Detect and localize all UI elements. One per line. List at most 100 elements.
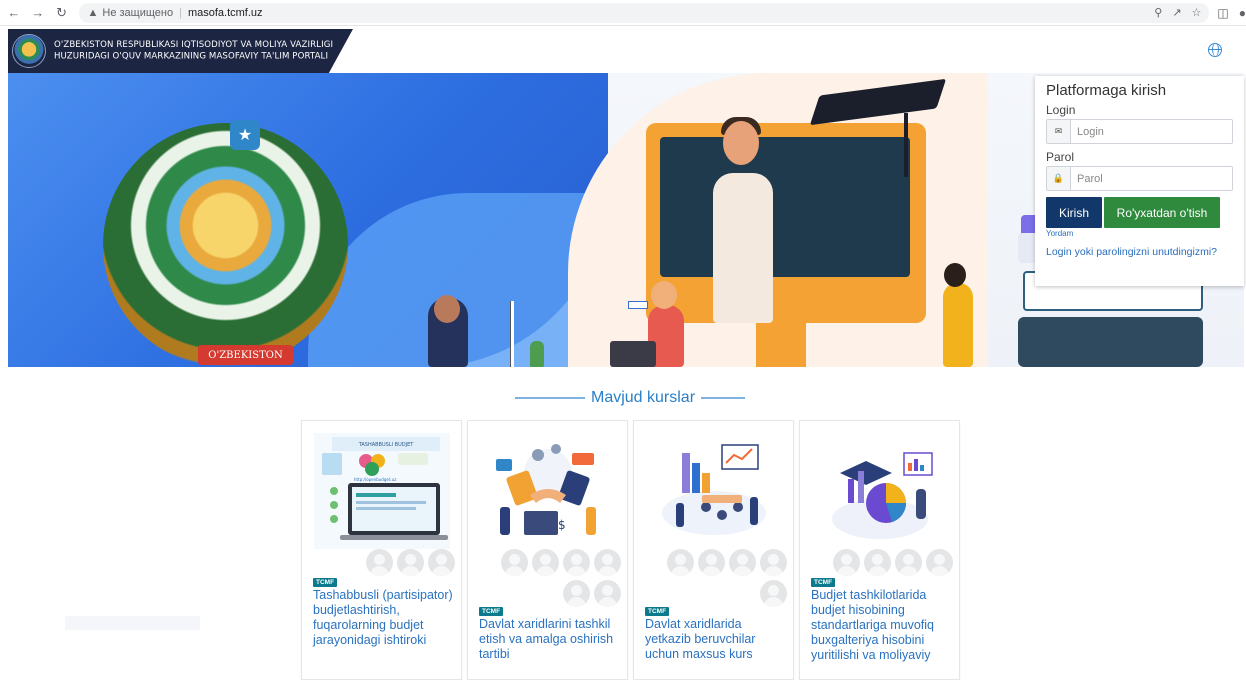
cap-tassel-illustration bbox=[904, 113, 908, 177]
title-divider-right bbox=[701, 397, 746, 399]
course-thumbnail[interactable]: TASHABBUSLI BUDJET http://openbudget.uz bbox=[314, 433, 450, 549]
browser-toolbar: ← → ↻ ▲ Не защищено | masofa.tcmf.uz ⚲ ↗… bbox=[0, 0, 1246, 26]
courses-section-title: Mavjud kurslar bbox=[490, 388, 770, 408]
monitor-screen-illustration bbox=[660, 137, 910, 277]
course-badge: TCMF bbox=[645, 607, 670, 616]
woman-head-illustration bbox=[651, 281, 677, 309]
avatar bbox=[366, 549, 393, 576]
national-emblem-illustration bbox=[103, 123, 348, 367]
register-button[interactable]: Ro'yxatdan o'tish bbox=[1104, 197, 1220, 228]
course-thumbnail[interactable] bbox=[812, 433, 948, 549]
browser-actions: ◫ ● bbox=[1217, 6, 1246, 20]
course-card[interactable]: TCMF Budjet tashkilotlarida budjet hisob… bbox=[799, 420, 960, 680]
avatar bbox=[864, 549, 891, 576]
password-input-group: 🔒 bbox=[1046, 166, 1233, 191]
share-icon[interactable]: ↗ bbox=[1172, 6, 1181, 19]
avatar bbox=[594, 580, 621, 607]
address-separator: | bbox=[179, 6, 182, 19]
svg-text:$: $ bbox=[558, 518, 566, 532]
site-header: O'ZBEKISTON RESPUBLIKASI IQTISODIYOT VA … bbox=[8, 29, 1244, 73]
login-input[interactable] bbox=[1071, 120, 1232, 143]
enrolled-avatars bbox=[305, 549, 455, 576]
faint-footer-element bbox=[65, 616, 200, 630]
courses-heading: Mavjud kurslar bbox=[590, 389, 696, 406]
avatar bbox=[833, 549, 860, 576]
url-text: masofa.tcmf.uz bbox=[187, 6, 263, 19]
laptop-icon bbox=[610, 341, 656, 367]
course-badge: TCMF bbox=[479, 607, 504, 616]
help-link[interactable]: Yordam bbox=[1046, 229, 1233, 238]
login-button[interactable]: Kirish bbox=[1046, 197, 1102, 228]
avatar bbox=[428, 549, 455, 576]
small-box-illustration bbox=[628, 301, 648, 309]
avatar bbox=[667, 549, 694, 576]
course-title[interactable]: Davlat xaridlarida yetkazib beruvchilar … bbox=[645, 617, 787, 662]
student-head-illustration bbox=[434, 295, 460, 323]
address-actions: ⚲ ↗ ☆ bbox=[1154, 6, 1209, 19]
monitor-stand-illustration bbox=[756, 323, 806, 367]
course-title[interactable]: Budjet tashkilotlarida budjet hisobining… bbox=[811, 588, 953, 663]
enrolled-avatars bbox=[637, 549, 787, 607]
avatar bbox=[563, 580, 590, 607]
login-buttons: Kirish Ro'yxatdan o'tish bbox=[1046, 197, 1233, 228]
avatar bbox=[532, 549, 559, 576]
enrolled-avatars bbox=[803, 549, 953, 576]
avatar bbox=[501, 549, 528, 576]
desk-lamp-illustration bbox=[510, 301, 514, 367]
book-illustration bbox=[1018, 317, 1203, 367]
thumbnail-heading: TASHABBUSLI BUDJET bbox=[358, 442, 415, 448]
course-thumbnail[interactable]: $ bbox=[480, 433, 616, 549]
thumbnail-url-text: http://openbudget.uz bbox=[354, 477, 396, 482]
login-title: Platformaga kirish bbox=[1046, 82, 1167, 99]
avatar bbox=[563, 549, 590, 576]
login-input-group: ✉ bbox=[1046, 119, 1233, 144]
brand-banner[interactable]: O'ZBEKISTON RESPUBLIKASI IQTISODIYOT VA … bbox=[8, 29, 353, 73]
warning-icon[interactable]: ▲ bbox=[87, 7, 98, 19]
woman-standing-head-illustration bbox=[944, 263, 966, 287]
password-label: Parol bbox=[1046, 150, 1075, 164]
lock-icon: 🔒 bbox=[1047, 167, 1071, 190]
course-card[interactable]: TASHABBUSLI BUDJET http://openbudget.uz bbox=[301, 420, 462, 680]
emblem-ribbon: O'ZBEKISTON bbox=[198, 345, 293, 365]
zoom-icon[interactable]: ⚲ bbox=[1154, 6, 1162, 19]
enrolled-avatars bbox=[471, 549, 621, 607]
course-card[interactable]: $ TCMF Davlat xaridlarini tashkil etish … bbox=[467, 420, 628, 680]
course-cards: TASHABBUSLI BUDJET http://openbudget.uz bbox=[301, 420, 960, 680]
course-badge: TCMF bbox=[811, 578, 836, 587]
woman-standing-illustration bbox=[943, 283, 973, 367]
login-label: Login bbox=[1046, 103, 1076, 117]
avatar bbox=[698, 549, 725, 576]
forward-icon[interactable]: → bbox=[28, 3, 48, 23]
envelope-icon: ✉ bbox=[1047, 120, 1071, 143]
course-thumbnail[interactable] bbox=[646, 433, 782, 549]
forgot-password-link[interactable]: Login yoki parolingizni unutdingizmi? bbox=[1046, 246, 1233, 258]
avatar bbox=[760, 580, 787, 607]
brand-title: O'ZBEKISTON RESPUBLIKASI IQTISODIYOT VA … bbox=[54, 39, 333, 62]
side-panel-icon[interactable]: ◫ bbox=[1217, 6, 1228, 20]
security-label: Не защищено bbox=[102, 6, 174, 19]
avatar bbox=[926, 549, 953, 576]
course-title[interactable]: Davlat xaridlarini tashkil etish va amal… bbox=[479, 617, 621, 662]
avatar bbox=[895, 549, 922, 576]
course-card[interactable]: TCMF Davlat xaridlarida yetkazib beruvch… bbox=[633, 420, 794, 680]
profile-icon[interactable]: ● bbox=[1239, 6, 1246, 20]
brand-line-1: O'ZBEKISTON RESPUBLIKASI IQTISODIYOT VA … bbox=[54, 39, 334, 50]
state-emblem-logo bbox=[12, 34, 46, 68]
avatar bbox=[729, 549, 756, 576]
language-globe-icon[interactable] bbox=[1208, 43, 1222, 57]
crescent-star-icon: ★ bbox=[230, 120, 260, 150]
reload-icon[interactable]: ↻ bbox=[52, 3, 72, 23]
avatar bbox=[397, 549, 424, 576]
avatar bbox=[594, 549, 621, 576]
bookmark-star-icon[interactable]: ☆ bbox=[1192, 6, 1202, 19]
course-badge: TCMF bbox=[313, 578, 338, 587]
course-title[interactable]: Tashabbusli (partisipator) budjetlashtir… bbox=[313, 588, 455, 648]
avatar bbox=[760, 549, 787, 576]
teacher-head-illustration bbox=[723, 121, 759, 165]
title-divider-left bbox=[514, 397, 585, 399]
login-panel: Platformaga kirish Login ✉ Parol 🔒 Kiris… bbox=[1035, 76, 1244, 286]
plant-illustration bbox=[530, 341, 544, 367]
back-icon[interactable]: ← bbox=[4, 3, 24, 23]
address-bar[interactable]: ▲ Не защищено | masofa.tcmf.uz ⚲ ↗ ☆ bbox=[79, 2, 1210, 23]
password-input[interactable] bbox=[1071, 167, 1232, 190]
